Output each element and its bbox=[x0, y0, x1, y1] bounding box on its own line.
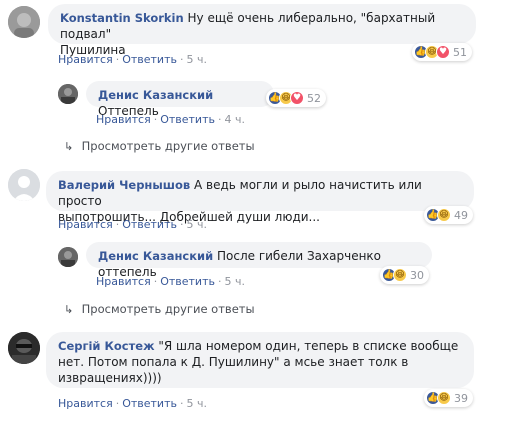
reply-link[interactable]: Ответить bbox=[122, 53, 177, 66]
haha-reaction-icon: 😆 bbox=[393, 268, 407, 282]
user-photo-icon bbox=[58, 247, 78, 267]
user-photo-icon bbox=[58, 84, 78, 104]
reply-link[interactable]: Ответить bbox=[160, 113, 215, 126]
view-more-replies-link[interactable]: ↳ Просмотреть другие ответы bbox=[64, 302, 255, 316]
comment-bubble: Денис Казанский Оттепель bbox=[86, 81, 274, 118]
user-photo-icon bbox=[8, 6, 40, 38]
reactions-badge[interactable]: 👍 😆 30 bbox=[380, 266, 429, 284]
reactions-badge[interactable]: 👍 😆 ♥ 51 bbox=[412, 43, 472, 61]
comment-actions: Нравится · Ответить · 5 ч. bbox=[58, 218, 207, 231]
haha-reaction-icon: 😆 bbox=[437, 391, 451, 405]
reply-arrow-icon: ↳ bbox=[64, 140, 74, 153]
reply-link[interactable]: Ответить bbox=[122, 218, 177, 231]
like-link[interactable]: Нравится bbox=[58, 218, 113, 231]
comment-actions: Нравится · Ответить · 5 ч. bbox=[58, 397, 207, 410]
timestamp[interactable]: 4 ч. bbox=[224, 113, 245, 126]
comment-author[interactable]: Сергій Костеж bbox=[58, 339, 155, 353]
avatar[interactable] bbox=[8, 332, 40, 364]
love-reaction-icon: ♥ bbox=[436, 45, 450, 59]
like-link[interactable]: Нравится bbox=[58, 53, 113, 66]
view-more-replies-label: Просмотреть другие ответы bbox=[81, 302, 255, 316]
reply-link[interactable]: Ответить bbox=[122, 397, 177, 410]
like-link[interactable]: Нравится bbox=[96, 275, 151, 288]
like-link[interactable]: Нравится bbox=[58, 397, 113, 410]
avatar[interactable] bbox=[58, 247, 78, 267]
avatar[interactable] bbox=[58, 84, 78, 104]
comment-author[interactable]: Денис Казанский bbox=[98, 88, 213, 102]
comment-text: "Я шла номером один, теперь в списке воо… bbox=[158, 339, 459, 353]
reactions-count: 51 bbox=[453, 45, 467, 59]
default-user-icon bbox=[8, 169, 40, 201]
comment-bubble: Konstantin Skorkin Ну ещё очень либераль… bbox=[48, 4, 476, 57]
comment-author[interactable]: Валерий Чернышов bbox=[58, 178, 190, 192]
timestamp[interactable]: 5 ч. bbox=[224, 275, 245, 288]
avatar[interactable] bbox=[8, 169, 40, 201]
comment-actions: Нравится · Ответить · 5 ч. bbox=[58, 53, 207, 66]
like-link[interactable]: Нравится bbox=[96, 113, 151, 126]
reactions-count: 39 bbox=[454, 391, 468, 405]
comment-actions: Нравится · Ответить · 4 ч. bbox=[96, 113, 245, 126]
haha-reaction-icon: 😆 bbox=[437, 208, 451, 222]
timestamp[interactable]: 5 ч. bbox=[186, 53, 207, 66]
reactions-badge[interactable]: 👍 😆 ♥ 52 bbox=[266, 89, 326, 107]
reactions-count: 52 bbox=[307, 91, 321, 105]
view-more-replies-link[interactable]: ↳ Просмотреть другие ответы bbox=[64, 139, 255, 153]
reactions-badge[interactable]: 👍 😆 49 bbox=[424, 206, 473, 224]
reply-arrow-icon: ↳ bbox=[64, 303, 74, 316]
view-more-replies-label: Просмотреть другие ответы bbox=[81, 139, 255, 153]
reactions-count: 30 bbox=[410, 268, 424, 282]
reactions-badge[interactable]: 👍 😆 39 bbox=[424, 389, 473, 407]
timestamp[interactable]: 5 ч. bbox=[186, 218, 207, 231]
comment-actions: Нравится · Ответить · 5 ч. bbox=[96, 275, 245, 288]
avatar[interactable] bbox=[8, 6, 40, 38]
comment-bubble: Сергій Костеж "Я шла номером один, тепер… bbox=[46, 332, 474, 388]
reply-link[interactable]: Ответить bbox=[160, 275, 215, 288]
comment-bubble: Денис Казанский После гибели Захарченко … bbox=[86, 242, 432, 279]
comment-author[interactable]: Konstantin Skorkin bbox=[60, 11, 184, 25]
user-photo-icon bbox=[8, 332, 40, 364]
reactions-count: 49 bbox=[454, 208, 468, 222]
love-reaction-icon: ♥ bbox=[290, 91, 304, 105]
timestamp[interactable]: 5 ч. bbox=[186, 397, 207, 410]
comment-bubble: Валерий Чернышов А ведь могли и рыло нач… bbox=[46, 171, 474, 224]
comment-text: извращениях)))) bbox=[58, 371, 162, 385]
comment-author[interactable]: Денис Казанский bbox=[98, 249, 213, 263]
comment-text: нет. Потом попала к Д. Пушилину" а мсье … bbox=[58, 355, 409, 369]
